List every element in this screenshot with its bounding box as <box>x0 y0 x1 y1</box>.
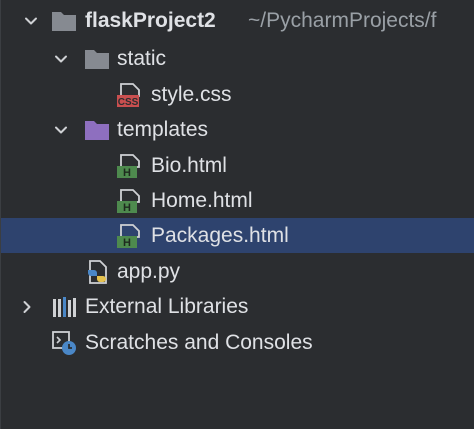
tree-item-flaskproject2[interactable]: flaskProject2 ~/PycharmProjects/f <box>1 3 474 38</box>
file-label: Home.html <box>151 189 253 212</box>
css-file-icon: CSS <box>117 82 143 108</box>
chevron-right-icon[interactable] <box>17 289 37 324</box>
html-file-icon: H <box>117 188 143 214</box>
svg-text:CSS: CSS <box>118 97 139 108</box>
svg-text:H: H <box>123 167 131 179</box>
chevron-down-icon[interactable] <box>51 112 71 147</box>
file-label: Bio.html <box>151 154 227 177</box>
file-label: Packages.html <box>151 224 289 247</box>
python-file-icon <box>84 259 110 285</box>
folder-label: static <box>117 47 167 70</box>
project-tree-panel: flaskProject2 ~/PycharmProjects/f static… <box>0 0 474 429</box>
project-name: flaskProject2 <box>85 9 216 32</box>
chevron-down-icon[interactable] <box>51 41 71 76</box>
tree-item-static[interactable]: static <box>1 41 474 76</box>
tree-item-external-libraries[interactable]: External Libraries <box>1 289 474 324</box>
scratches-label: Scratches and Consoles <box>85 331 313 354</box>
external-libraries-label: External Libraries <box>85 295 249 318</box>
templates-folder-icon <box>84 117 110 143</box>
svg-text:H: H <box>123 237 131 249</box>
tree-item-style-css[interactable]: CSS style.css <box>1 77 474 112</box>
file-label: app.py <box>117 260 181 283</box>
tree-item-scratches-and-consoles[interactable]: Scratches and Consoles <box>1 325 474 360</box>
html-file-icon: H <box>117 223 143 249</box>
svg-text:H: H <box>123 202 131 214</box>
library-icon <box>51 294 77 320</box>
tree-item-home-html[interactable]: H Home.html <box>1 183 474 218</box>
file-label: style.css <box>151 83 232 106</box>
folder-icon <box>84 46 110 72</box>
chevron-down-icon[interactable] <box>21 3 41 38</box>
scratches-icon <box>51 330 77 356</box>
html-file-icon: H <box>117 153 143 179</box>
folder-icon <box>51 8 77 34</box>
tree-item-templates[interactable]: templates <box>1 112 474 147</box>
tree-item-packages-html[interactable]: H Packages.html <box>1 218 474 253</box>
folder-label: templates <box>117 118 209 141</box>
project-path: ~/PycharmProjects/f <box>248 9 437 32</box>
tree-item-app-py[interactable]: app.py <box>1 254 474 289</box>
tree-item-bio-html[interactable]: H Bio.html <box>1 148 474 183</box>
